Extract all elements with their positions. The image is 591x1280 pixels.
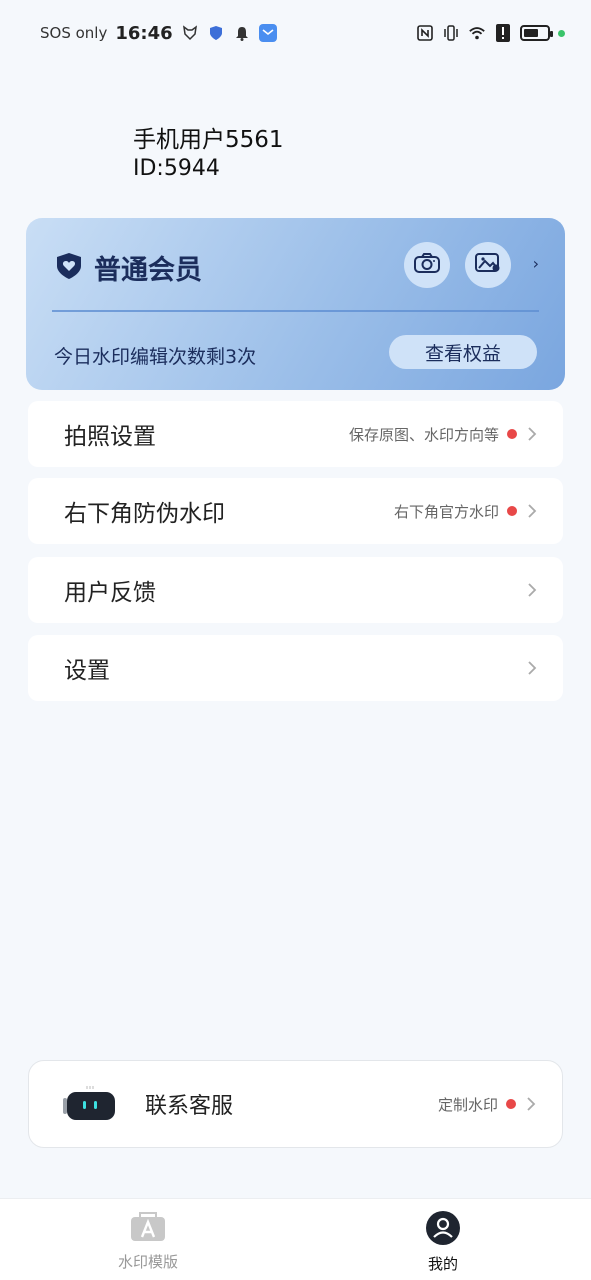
user-name[interactable]: 手机用户5561 bbox=[133, 120, 284, 154]
menu-item-settings[interactable]: 设置 bbox=[28, 635, 563, 701]
divider bbox=[52, 310, 539, 312]
menu-item-label: 设置 bbox=[64, 658, 110, 684]
tab-label: 我的 bbox=[427, 1255, 458, 1273]
notification-dot bbox=[507, 506, 517, 516]
menu-item-label: 用户反馈 bbox=[64, 580, 156, 606]
robot-icon bbox=[63, 1086, 117, 1122]
user-id: ID:5944 bbox=[133, 156, 220, 181]
bottom-nav: 水印模版 我的 bbox=[0, 1198, 591, 1280]
user-profile-icon bbox=[426, 1211, 460, 1249]
notification-dot bbox=[507, 429, 517, 439]
clock: 16:46 bbox=[115, 22, 173, 44]
member-card[interactable]: 普通会员 › 今日水印编辑次数剩3次 查看权益 bbox=[26, 218, 565, 390]
status-bar: SOS only 16:46 bbox=[0, 0, 591, 66]
camera-button[interactable] bbox=[404, 242, 450, 288]
chevron-right-icon bbox=[524, 1095, 538, 1113]
image-icon bbox=[474, 251, 502, 279]
tab-watermark-templates[interactable]: 水印模版 bbox=[88, 1211, 208, 1272]
gallery-button[interactable] bbox=[465, 242, 511, 288]
menu-item-feedback[interactable]: 用户反馈 bbox=[28, 557, 563, 623]
member-level: 普通会员 bbox=[94, 255, 202, 286]
menu-item-photo-settings[interactable]: 拍照设置 保存原图、水印方向等 bbox=[28, 401, 563, 467]
alert-icon bbox=[494, 24, 512, 42]
chevron-right-icon bbox=[525, 425, 539, 443]
privacy-indicator bbox=[558, 29, 565, 37]
bell-icon bbox=[233, 24, 251, 42]
fox-icon bbox=[181, 24, 199, 42]
battery-icon bbox=[520, 25, 553, 41]
menu-item-hint: 保存原图、水印方向等 bbox=[348, 425, 499, 444]
shield-icon bbox=[207, 24, 225, 42]
member-card-chevron[interactable]: › bbox=[533, 254, 539, 273]
custom-watermark-hint: 定制水印 bbox=[437, 1095, 498, 1114]
template-icon bbox=[130, 1211, 166, 1247]
tab-label: 水印模版 bbox=[117, 1253, 178, 1271]
contact-service-card[interactable]: 联系客服 定制水印 bbox=[28, 1060, 563, 1148]
tab-mine[interactable]: 我的 bbox=[383, 1211, 503, 1274]
menu-item-label: 右下角防伪水印 bbox=[64, 501, 225, 527]
menu-item-label: 拍照设置 bbox=[64, 424, 156, 450]
carrier-text: SOS only bbox=[40, 24, 108, 42]
menu-item-anti-counterfeit-watermark[interactable]: 右下角防伪水印 右下角官方水印 bbox=[28, 478, 563, 544]
chevron-right-icon bbox=[525, 581, 539, 599]
heart-shield-icon bbox=[54, 251, 84, 285]
chevron-right-icon bbox=[525, 659, 539, 677]
quota-text: 今日水印编辑次数剩3次 bbox=[54, 346, 257, 368]
camera-icon bbox=[413, 252, 441, 278]
chevron-right-icon bbox=[525, 502, 539, 520]
wifi-icon bbox=[468, 24, 486, 42]
contact-service-label: 联系客服 bbox=[145, 1094, 234, 1119]
notification-dot bbox=[506, 1099, 516, 1109]
mail-app-icon bbox=[258, 24, 277, 42]
member-title: 普通会员 bbox=[54, 248, 202, 287]
vibrate-icon bbox=[442, 24, 460, 42]
nfc-icon bbox=[416, 24, 434, 42]
view-benefits-button[interactable]: 查看权益 bbox=[389, 335, 537, 369]
menu-item-hint: 右下角官方水印 bbox=[393, 502, 499, 521]
